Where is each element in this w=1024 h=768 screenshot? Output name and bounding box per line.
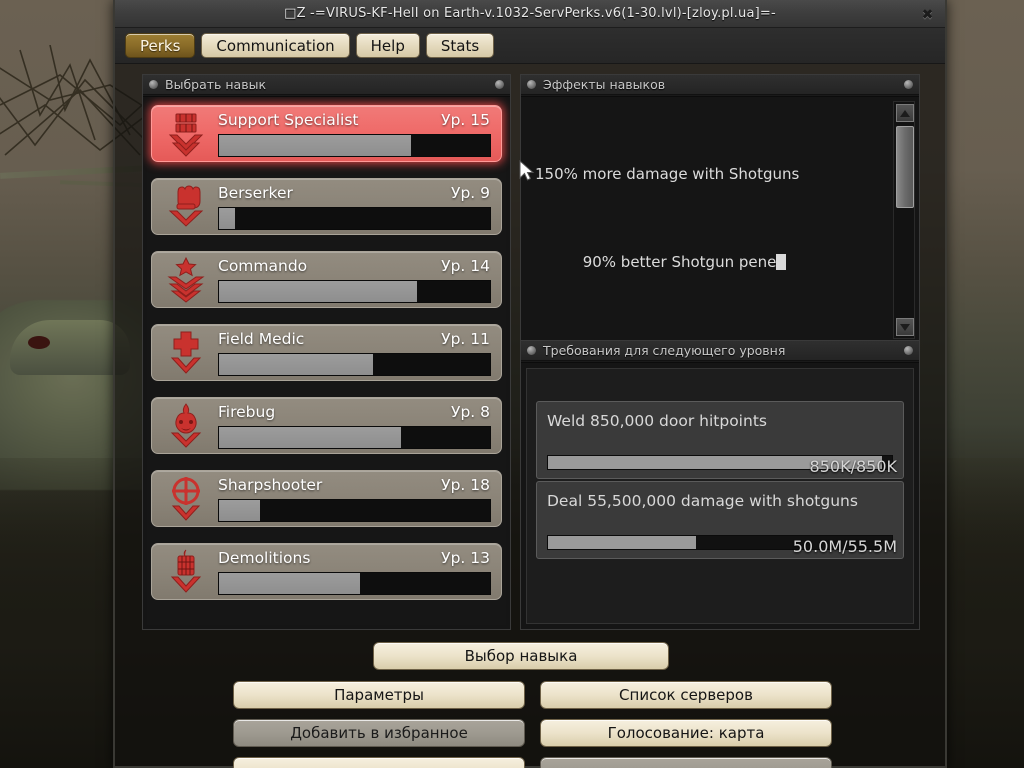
bottom-left-button[interactable]: [233, 757, 525, 768]
perk-progress-fill: [219, 281, 417, 302]
perk-progress-bar: [218, 134, 491, 157]
effect-line-1: 150% more damage with Shotguns: [535, 165, 800, 183]
panel-knob-right-icon: [495, 80, 504, 89]
perk-level: Ур. 14: [441, 257, 490, 275]
effects-panel-title: Эффекты навыков: [543, 77, 666, 92]
requirement-text: Deal 55,500,000 damage with shotguns: [547, 492, 858, 510]
perk-progress-fill: [219, 354, 374, 375]
panel-knob-right-icon: [904, 80, 913, 89]
effects-scrollbar[interactable]: [893, 101, 915, 339]
perk-progress-fill: [219, 500, 260, 521]
perk-list: Support Specialist Ур. 15 Berserker Ур. …: [147, 101, 506, 625]
settings-button[interactable]: Параметры: [233, 681, 525, 709]
server-list-button[interactable]: Список серверов: [540, 681, 832, 709]
requirements-panel-title: Требования для следующего уровня: [543, 343, 786, 358]
requirement-value: 850K/850K: [809, 457, 897, 476]
tab-help[interactable]: Help: [355, 33, 420, 58]
firebug-icon: [170, 403, 202, 448]
perks-window: □Z -=VIRUS-KF-HelI on Earth-v.1032-ServP…: [113, 0, 947, 768]
scrollbar-thumb[interactable]: [896, 126, 914, 208]
perk-row-berserker[interactable]: Berserker Ур. 9: [151, 178, 502, 235]
commando-icon: [167, 257, 205, 303]
tab-bar: Perks Communication Help Stats: [115, 28, 945, 64]
scene-tank-turret: [10, 320, 130, 375]
perk-level: Ур. 13: [441, 549, 490, 567]
add-favorite-button[interactable]: Добавить в избранное: [233, 719, 525, 747]
close-icon[interactable]: ✖: [919, 6, 936, 23]
text-caret-icon: [776, 254, 787, 270]
perk-select-panel: Выбрать навык Support Specialist Ур. 15 …: [142, 74, 511, 630]
perk-progress-bar: [218, 426, 491, 449]
requirement-item: Weld 850,000 door hitpoints 850K/850K: [536, 401, 904, 479]
perk-row-firebug[interactable]: Firebug Ур. 8: [151, 397, 502, 454]
scene-tank-hatch: [28, 336, 50, 349]
perk-progress-bar: [218, 353, 491, 376]
effects-text: 150% more damage with Shotguns 90% bette…: [535, 119, 879, 339]
scroll-up-icon[interactable]: [896, 104, 914, 122]
tab-perks[interactable]: Perks: [125, 33, 196, 58]
perk-panel-title: Выбрать навык: [165, 77, 266, 92]
perk-progress-bar: [218, 499, 491, 522]
effects-panel-header: Эффекты навыков: [521, 75, 919, 95]
perk-progress-bar: [218, 207, 491, 230]
requirements-panel: Требования для следующего уровня Weld 85…: [520, 340, 920, 630]
effect-line-2: 90% better Shotgun pene: [582, 253, 777, 271]
perk-name: Sharpshooter: [218, 476, 323, 494]
perk-row-field-medic[interactable]: Field Medic Ур. 11: [151, 324, 502, 381]
perk-row-sharpshooter[interactable]: Sharpshooter Ур. 18: [151, 470, 502, 527]
perk-panel-header: Выбрать навык: [143, 75, 510, 95]
perk-progress-fill: [219, 135, 412, 156]
perk-row-support-specialist[interactable]: Support Specialist Ур. 15: [151, 105, 502, 162]
perk-row-demolitions[interactable]: Demolitions Ур. 13: [151, 543, 502, 600]
bottom-right-button[interactable]: [540, 757, 832, 768]
perk-name: Berserker: [218, 184, 293, 202]
requirement-value: 50.0M/55.5M: [792, 537, 897, 556]
perk-name: Demolitions: [218, 549, 311, 567]
perk-effects-panel: Эффекты навыков 150% more damage with Sh…: [520, 74, 920, 344]
support-specialist-icon: [168, 113, 204, 157]
perk-panel-body: Support Specialist Ур. 15 Berserker Ур. …: [143, 96, 510, 629]
perk-name: Commando: [218, 257, 308, 275]
perk-progress-bar: [218, 280, 491, 303]
perk-name: Support Specialist: [218, 111, 359, 129]
demolitions-icon: [170, 549, 202, 593]
sharpshooter-icon: [171, 477, 201, 521]
perk-select-button[interactable]: Выбор навыка: [373, 642, 669, 670]
berserker-icon: [168, 185, 204, 227]
map-vote-button[interactable]: Голосование: карта: [540, 719, 832, 747]
perk-level: Ур. 11: [441, 330, 490, 348]
panel-knob-left-icon: [149, 80, 158, 89]
requirement-item: Deal 55,500,000 damage with shotguns 50.…: [536, 481, 904, 559]
perk-level: Ур. 8: [451, 403, 490, 421]
field-medic-icon: [170, 331, 202, 374]
requirements-list: Weld 850,000 door hitpoints 850K/850K De…: [526, 368, 914, 624]
perk-name: Firebug: [218, 403, 276, 421]
effects-panel-body: 150% more damage with Shotguns 90% bette…: [521, 96, 919, 343]
scroll-down-icon[interactable]: [896, 318, 914, 336]
perk-level: Ур. 9: [451, 184, 490, 202]
perk-level: Ур. 15: [441, 111, 490, 129]
panel-knob-right-icon: [904, 346, 913, 355]
panel-knob-left-icon: [527, 80, 536, 89]
perk-row-commando[interactable]: Commando Ур. 14: [151, 251, 502, 308]
perk-progress-fill: [219, 573, 360, 594]
perk-progress-bar: [218, 572, 491, 595]
perk-progress-fill: [219, 427, 401, 448]
perk-progress-fill: [219, 208, 236, 229]
requirements-panel-body: Weld 850,000 door hitpoints 850K/850K De…: [521, 362, 919, 629]
effect-line-2-wrapper: 90% better Shotgun pene: [535, 229, 879, 295]
tab-communication[interactable]: Communication: [201, 33, 350, 58]
requirement-text: Weld 850,000 door hitpoints: [547, 412, 767, 430]
window-titlebar: □Z -=VIRUS-KF-HelI on Earth-v.1032-ServP…: [115, 0, 945, 28]
requirements-panel-header: Требования для следующего уровня: [521, 341, 919, 361]
requirement-progress-fill: [548, 536, 696, 549]
perk-name: Field Medic: [218, 330, 305, 348]
window-title: □Z -=VIRUS-KF-HelI on Earth-v.1032-ServP…: [284, 6, 776, 21]
panel-knob-left-icon: [527, 346, 536, 355]
perk-level: Ур. 18: [441, 476, 490, 494]
tab-stats[interactable]: Stats: [425, 33, 495, 58]
